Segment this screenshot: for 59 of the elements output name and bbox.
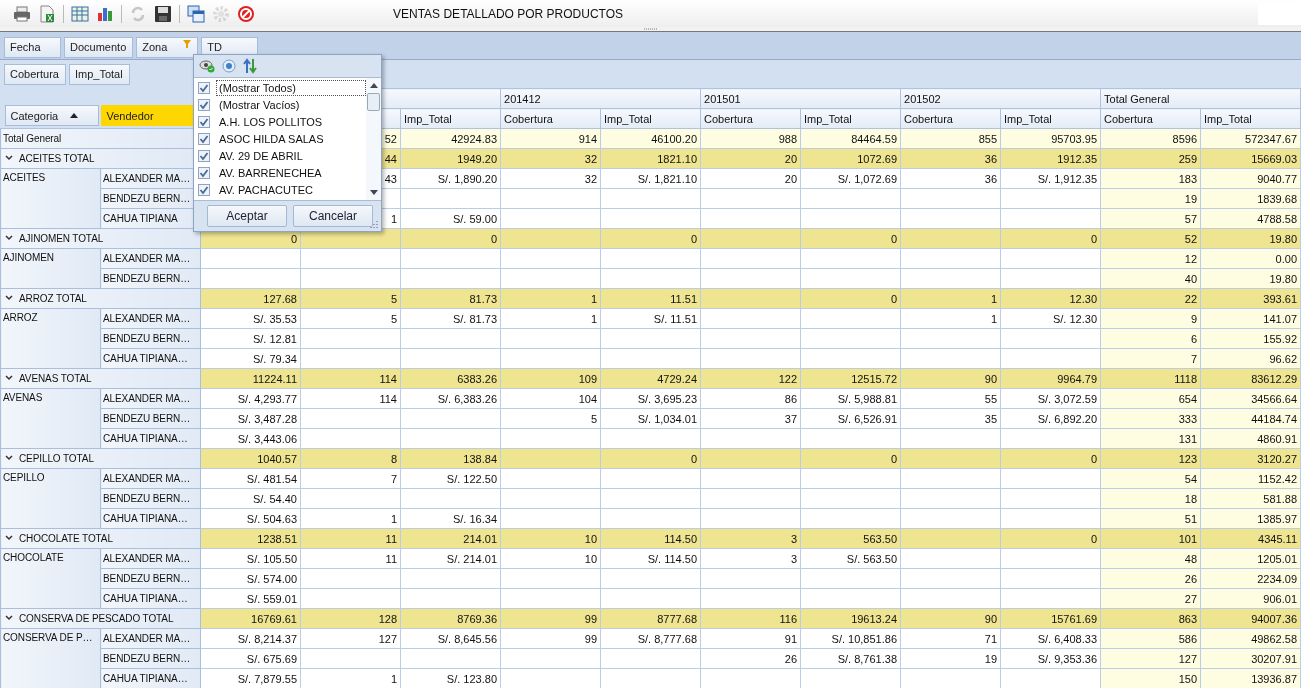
- list-item[interactable]: (Mostrar Todos): [216, 79, 366, 96]
- chevron-down-icon[interactable]: [5, 235, 13, 241]
- row-header-cell: CONSERVA DE P…: [0, 628, 101, 688]
- column-group-header: Total General: [1100, 88, 1301, 109]
- checkbox[interactable]: [198, 81, 210, 94]
- row-header-cell: CEPILLO: [0, 468, 101, 529]
- save-icon[interactable]: [154, 4, 172, 23]
- data-field-button[interactable]: Imp_Total: [68, 63, 130, 85]
- checkbox[interactable]: [198, 149, 210, 162]
- splitter-grip-icon[interactable]: [643, 27, 658, 31]
- row-header-cell: CHOCOLATE: [0, 548, 101, 609]
- data-field-button[interactable]: Cobertura: [4, 63, 66, 85]
- stop-icon[interactable]: [237, 4, 255, 23]
- row-field-button[interactable]: Vendedor: [100, 105, 195, 126]
- checkbox[interactable]: [198, 98, 210, 111]
- chevron-down-icon[interactable]: [5, 155, 13, 161]
- filter-field-button[interactable]: Zona: [136, 36, 199, 58]
- group-label: ARROZ TOTAL: [19, 293, 87, 304]
- checkbox[interactable]: [198, 115, 210, 128]
- row-field-button[interactable]: Categoria: [4, 105, 99, 126]
- row-header-cell: ARROZ: [0, 308, 101, 369]
- row-header-cell: AVENAS: [0, 388, 101, 449]
- chevron-down-icon[interactable]: [5, 295, 13, 301]
- group-label: CHOCOLATE TOTAL: [19, 533, 113, 544]
- printer-icon[interactable]: [13, 4, 31, 23]
- chevron-down-icon[interactable]: [5, 455, 13, 461]
- report-title: VENTAS DETALLADO POR PRODUCTOS: [393, 6, 624, 21]
- group-label: CEPILLO TOTAL: [19, 453, 94, 464]
- checkbox[interactable]: [198, 166, 210, 179]
- scrollbar[interactable]: [366, 78, 381, 200]
- group-label: AJINOMEN TOTAL: [19, 233, 104, 244]
- sort-arrows-icon[interactable]: [243, 58, 257, 74]
- chevron-down-icon[interactable]: [5, 375, 13, 381]
- column-group-header: 201501: [700, 88, 901, 109]
- dialog-button[interactable]: Cancelar: [293, 205, 373, 227]
- sort-ascending-icon[interactable]: [69, 113, 78, 118]
- group-label: AVENAS TOTAL: [19, 373, 92, 384]
- row-header-cell: ACEITES: [0, 168, 101, 229]
- dialog-button[interactable]: Aceptar: [207, 205, 287, 227]
- grid-icon[interactable]: [71, 4, 89, 23]
- row-header-cell: AJINOMEN: [0, 248, 101, 289]
- spreadsheet-export-icon[interactable]: [38, 4, 56, 23]
- eye-check-icon[interactable]: [199, 59, 215, 73]
- list-item[interactable]: A.H. LOS POLLITOS: [216, 113, 366, 130]
- chevron-down-icon[interactable]: [5, 615, 13, 621]
- filter-field-button[interactable]: Documento: [64, 36, 134, 58]
- chevron-down-icon[interactable]: [5, 535, 13, 541]
- filter-field-button[interactable]: Fecha: [4, 36, 61, 58]
- resize-grip-icon[interactable]: [370, 220, 379, 229]
- column-group-header: 201502: [900, 88, 1101, 109]
- scrollbar-thumb[interactable]: [367, 93, 380, 111]
- list-item[interactable]: (Mostrar Vacíos): [216, 96, 366, 113]
- windows-icon[interactable]: [187, 4, 205, 23]
- checkbox[interactable]: [198, 183, 210, 196]
- checkbox[interactable]: [198, 132, 210, 145]
- radio-icon[interactable]: [222, 59, 236, 73]
- group-label: ACEITES TOTAL: [19, 153, 95, 164]
- group-label: CONSERVA DE PESCADO TOTAL: [19, 613, 174, 624]
- column-group-header: 201412: [500, 88, 701, 109]
